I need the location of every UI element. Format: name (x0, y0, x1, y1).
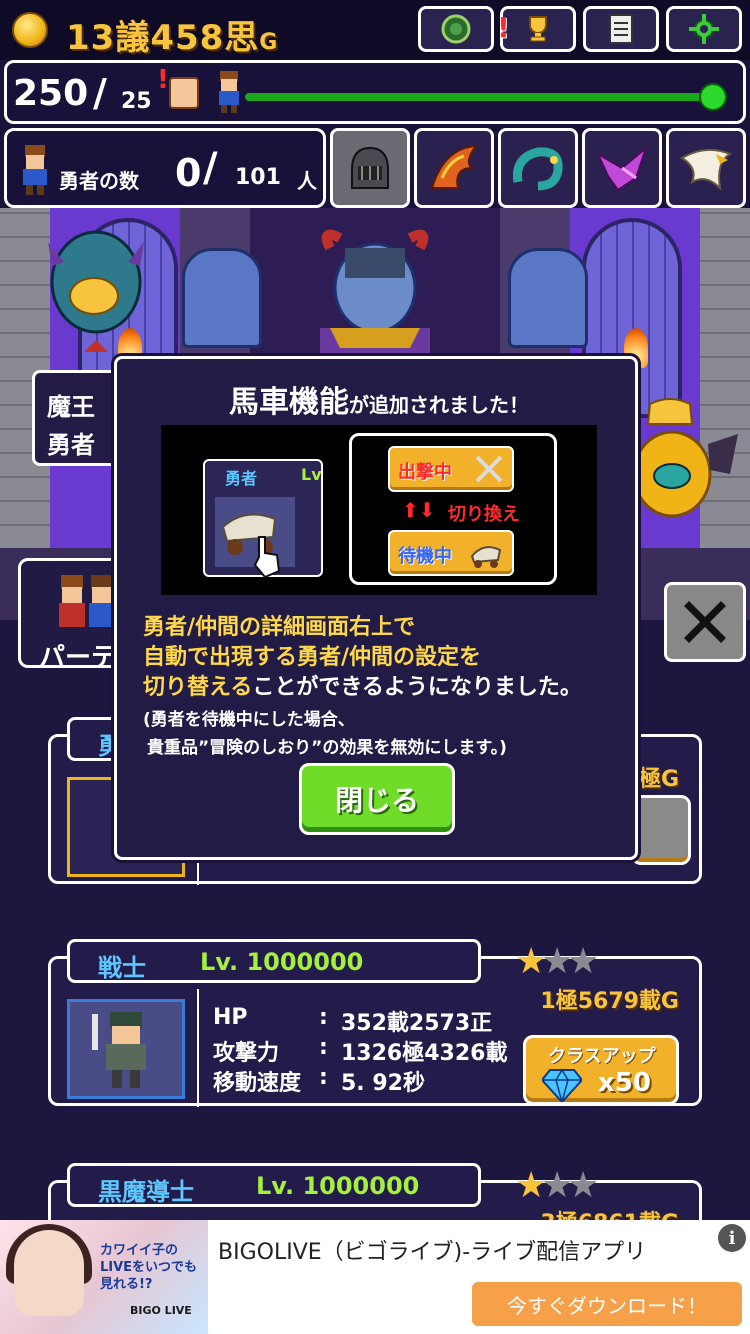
hero-count-current: 0 (175, 151, 202, 195)
gear-icon (689, 14, 719, 44)
description-line-1: 勇者/仲間の詳細画面右上で (143, 615, 416, 640)
unit-name-tab: 黒魔導士 Lv. 1000000 (67, 1163, 481, 1207)
hero-sprite-icon (219, 71, 239, 113)
stat-label-attack: 攻撃力 (213, 1041, 280, 1066)
standby-badge: 待機中 (388, 530, 514, 576)
stat-label-hp: HP (213, 1005, 248, 1030)
settings-button[interactable] (666, 6, 742, 52)
gold-amount: 13議458思G (66, 18, 279, 58)
trophy-icon (529, 16, 547, 42)
orb-button[interactable] (418, 6, 494, 52)
ad-download-button[interactable]: 今すぐダウンロード！ (472, 1282, 742, 1326)
unit-name: 戦士 (98, 954, 146, 982)
classup-button[interactable]: クラスアップ x50 (523, 1035, 679, 1105)
stat-value-attack: 1326極4326載 (341, 1041, 508, 1066)
boss-slot-knight[interactable] (330, 128, 410, 208)
description-line-2: 自動で出現する勇者/仲間の設定を (143, 645, 482, 670)
coin-icon (12, 12, 48, 48)
star-empty-icon: ★ (567, 941, 600, 982)
unit-level: Lv. 1000000 (256, 1172, 420, 1200)
unit-cost: 極G (638, 767, 679, 792)
notes-icon (609, 14, 633, 44)
progress-alert-badge: ! (157, 65, 169, 95)
diamond-icon (542, 1068, 582, 1102)
hero-count-panel: 勇者の数 0 / 101 人 (4, 128, 326, 208)
description-line-3: 切り替えることができるようになりました。 (143, 675, 582, 700)
stat-value-speed: 5. 92秒 (341, 1071, 425, 1096)
swap-arrows-icon: ⬆⬇ (402, 498, 436, 522)
orb-icon (441, 14, 471, 44)
crossed-swords-icon (475, 455, 503, 483)
hero-count-total: 101 (235, 165, 281, 190)
ad-banner[interactable]: カワイイ子のLIVEをいつでも見れる!? BIGO LIVE BIGOLIVE（… (0, 1220, 750, 1334)
boss-slot-fire-dragon[interactable] (414, 128, 494, 208)
hand-icon (169, 77, 199, 109)
hero-icon (23, 145, 47, 195)
progress-knob (699, 83, 727, 111)
close-x-button[interactable] (664, 582, 746, 662)
boss-slot-sea-serpent[interactable] (498, 128, 578, 208)
top-bar: 13議458思G ! (0, 0, 750, 60)
gold-gargoyle-sprite (48, 230, 144, 352)
stat-value-hp: 352載2573正 (341, 1011, 493, 1036)
bigo-logo: BIGO LIVE (130, 1304, 192, 1317)
gargoyle-statue-right (508, 248, 588, 348)
toggle-explanation-bubble: 出撃中 ⬆⬇ 切り換え 待機中 (349, 433, 557, 585)
ad-thumbnail[interactable]: カワイイ子のLIVEをいつでも見れる!? BIGO LIVE (0, 1220, 208, 1334)
trophy-alert-badge: ! (497, 11, 510, 44)
boss-slot-white-eagle[interactable] (666, 128, 746, 208)
wave-progress-bar: 250 / 25 ! (4, 60, 746, 124)
progress-track (245, 93, 713, 101)
unit-card-warrior[interactable]: 戦士 Lv. 1000000 HP : 352載2573正 攻撃力 : 1326… (48, 939, 702, 1107)
progress-current: 250 (13, 73, 89, 114)
unit-level: Lv. 1000000 (200, 948, 364, 976)
dialog-title: 馬車機能が追加されました！ (229, 385, 529, 420)
progress-max: 25 (121, 89, 152, 114)
fire-dragon-icon (430, 144, 479, 189)
unit-name: 黒魔導士 (98, 1178, 194, 1206)
unit-cost: 1極5679載G (540, 989, 679, 1014)
white-eagle-icon (680, 148, 733, 191)
knight-helmet-icon (351, 146, 389, 189)
feature-illustration: 勇者 Lv 出撃中 ⬆⬇ 切り換え 待機中 (161, 425, 597, 595)
note-line-2: 貴重品”冒険のしおり”の効果を無効にします。) (147, 738, 507, 758)
pointer-hand-icon (253, 536, 281, 579)
close-dialog-button[interactable]: 閉じる (299, 763, 455, 835)
sea-serpent-icon (512, 147, 563, 191)
boss-slot-purple-wyvern[interactable] (582, 128, 662, 208)
feature-announcement-dialog: 馬車機能が追加されました！ 勇者 Lv 出撃中 ⬆⬇ 切り換え 待機中 勇者/仲… (114, 356, 638, 860)
stat-label-speed: 移動速度 (213, 1071, 302, 1096)
ad-person-image (14, 1230, 84, 1316)
classup-button[interactable] (631, 795, 691, 865)
unit-name-tab: 戦士 Lv. 1000000 (67, 939, 481, 983)
unit-portrait (67, 999, 185, 1099)
notes-button[interactable] (583, 6, 659, 52)
warrior-sprite (92, 1012, 146, 1088)
close-icon (684, 601, 726, 643)
star-empty-icon: ★ (567, 1165, 600, 1206)
gargoyle-statue-left (182, 248, 262, 348)
note-line-1: (勇者を待機中にした場合、 (143, 710, 355, 730)
gold-pot-sprite (632, 398, 738, 518)
trophy-button[interactable]: ! (497, 6, 576, 52)
purple-wyvern-icon (595, 144, 649, 192)
ad-title[interactable]: BIGOLIVE（ビゴライブ)-ライブ配信アプリ (218, 1234, 646, 1266)
hero-count-label: 勇者の数 (59, 169, 139, 193)
wagon-icon (470, 546, 502, 568)
sortie-badge: 出撃中 (388, 446, 514, 492)
ad-info-icon[interactable]: i (718, 1224, 746, 1252)
